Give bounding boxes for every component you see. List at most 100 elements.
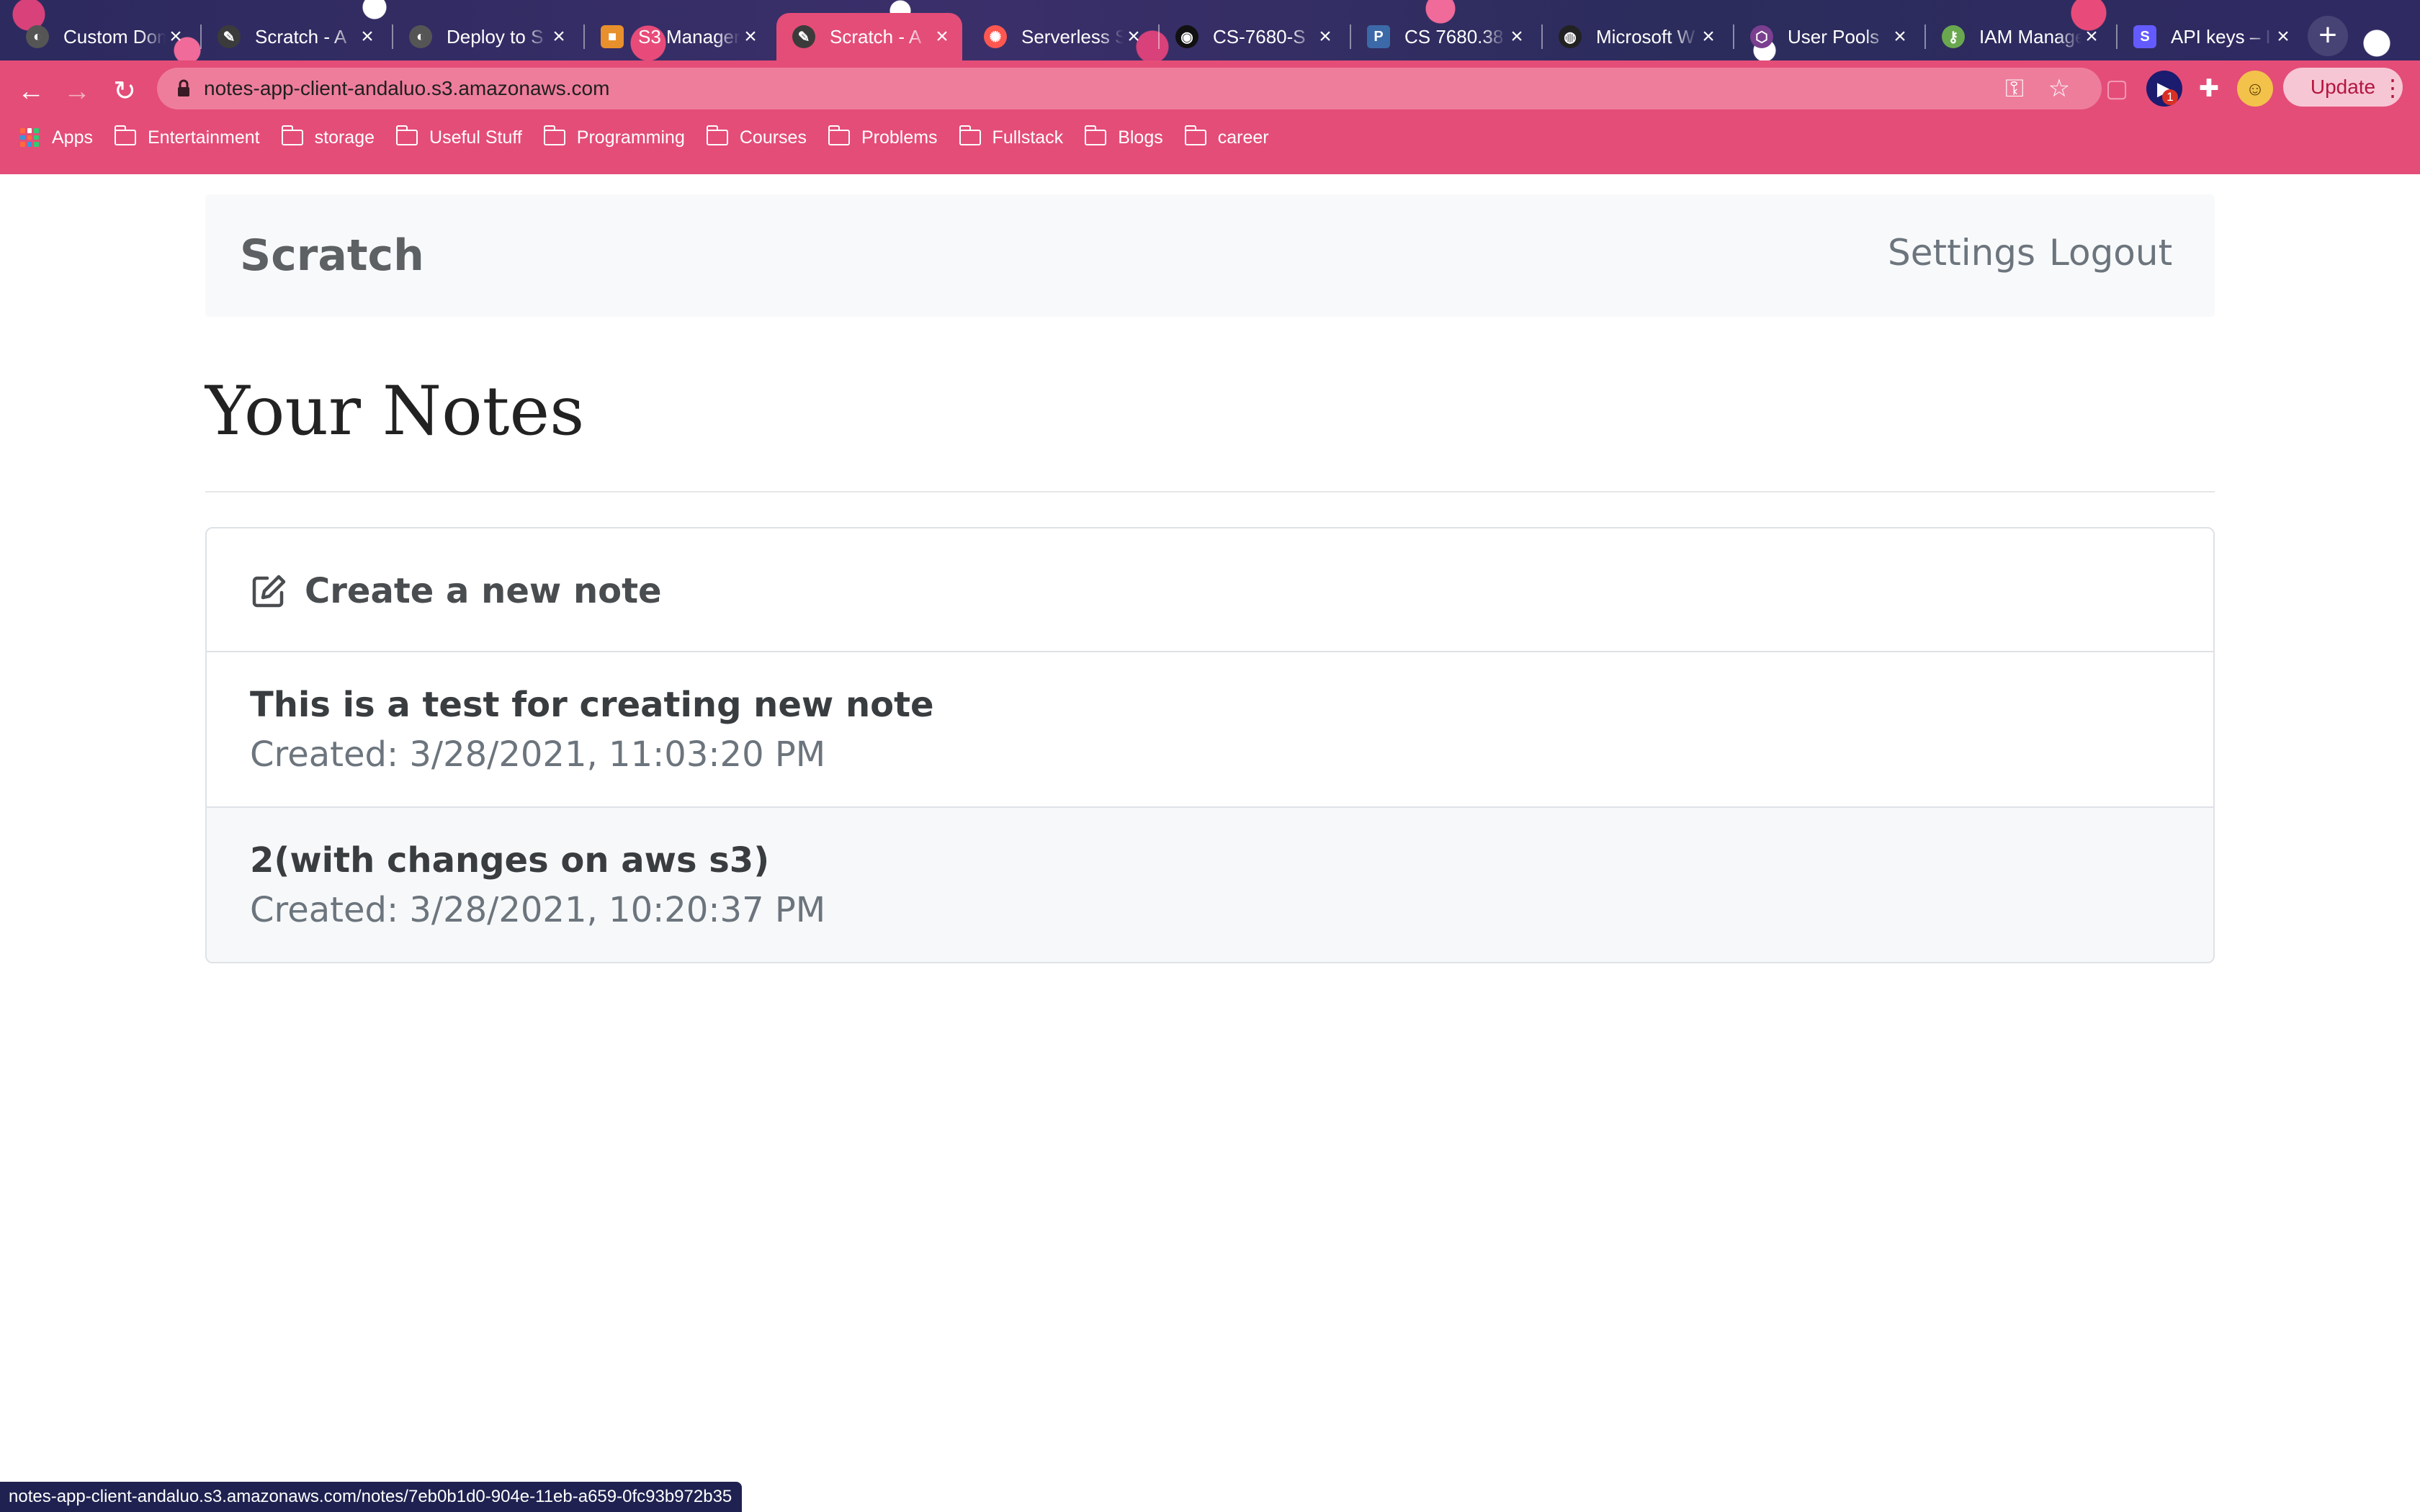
close-icon[interactable]: ×: [1507, 26, 1527, 48]
bookmark-label: Useful Stuff: [429, 127, 522, 148]
tab-title: Microsoft W: [1596, 25, 1695, 48]
close-icon[interactable]: ×: [166, 26, 186, 48]
bookmark-label: career: [1217, 127, 1269, 148]
close-icon[interactable]: ×: [932, 26, 952, 48]
tab-github[interactable]: ◉ CS-7680-S ×: [1160, 13, 1345, 60]
forward-icon[interactable]: →: [59, 73, 95, 109]
bookmark-label: Courses: [739, 127, 807, 148]
bookmarks-bar: Apps Entertainment storage Useful Stuff …: [0, 120, 1269, 156]
iam-icon: ⚷: [1942, 25, 1965, 48]
tab-serverless[interactable]: ✺ Serverless S ×: [968, 13, 1154, 60]
close-icon[interactable]: ×: [1124, 26, 1144, 48]
create-note-item[interactable]: Create a new note: [207, 528, 2213, 651]
bookmark-apps[interactable]: Apps: [20, 127, 93, 148]
brand-link[interactable]: Scratch: [240, 230, 424, 281]
aws-s3-icon: ■: [601, 25, 624, 48]
folder-icon: [114, 125, 136, 145]
tab-cs-7680[interactable]: P CS 7680.38 ×: [1351, 13, 1537, 60]
note-title: This is a test for creating new note: [250, 685, 934, 725]
settings-link[interactable]: Settings: [1888, 232, 2035, 274]
tab-title: CS-7680-S: [1213, 25, 1306, 48]
folder-icon: [396, 125, 418, 145]
bookmark-programming[interactable]: Programming: [543, 125, 685, 148]
bookmark-career[interactable]: career: [1184, 125, 1269, 148]
star-icon[interactable]: ☆: [2044, 73, 2074, 104]
new-tab-button[interactable]: +: [2308, 16, 2348, 56]
tab-title: Scratch - A: [830, 25, 922, 48]
close-icon[interactable]: ×: [549, 26, 569, 48]
note-item[interactable]: 2(with changes on aws s3) Created: 3/28/…: [207, 806, 2213, 962]
tab-api-keys[interactable]: S API keys – I ×: [2118, 13, 2303, 60]
note-title: 2(with changes on aws s3): [250, 840, 770, 881]
tab-title: Deploy to S: [447, 25, 544, 48]
kebab-menu-icon[interactable]: ⋮: [2381, 71, 2404, 105]
bookmark-label: Entertainment: [147, 127, 260, 148]
tab-title: Scratch - A: [255, 25, 347, 48]
pencil-icon: ✎: [792, 25, 815, 48]
note-created-date: Created: 3/28/2021, 11:03:20 PM: [250, 734, 826, 775]
reload-icon[interactable]: ↻: [107, 73, 143, 109]
pencil-icon: ✎: [218, 25, 241, 48]
close-icon[interactable]: ×: [2273, 26, 2293, 48]
create-note-label: Create a new note: [305, 571, 662, 611]
tab-scratch-active[interactable]: ✎ Scratch - A ×: [776, 13, 962, 60]
bookmark-label: Blogs: [1118, 127, 1163, 148]
key-icon[interactable]: ⚿: [1999, 73, 2030, 104]
bookmark-useful-stuff[interactable]: Useful Stuff: [396, 125, 522, 148]
tab-microsoft[interactable]: ◍ Microsoft W ×: [1543, 13, 1729, 60]
folder-icon: [1085, 125, 1107, 145]
lock-icon: [178, 79, 189, 96]
tab-scratch[interactable]: ✎ Scratch - A ×: [202, 13, 387, 60]
tab-title: Custom Dom: [63, 25, 166, 48]
tab-title: User Pools: [1788, 25, 1880, 48]
notes-list: Create a new note This is a test for cre…: [205, 527, 2215, 963]
folder-icon: [828, 125, 850, 145]
globe-icon: ◐: [409, 25, 432, 48]
note-item[interactable]: This is a test for creating new note Cre…: [207, 651, 2213, 806]
close-icon[interactable]: ×: [1315, 26, 1335, 48]
close-icon[interactable]: ×: [1698, 26, 1718, 48]
app-navbar: Scratch Settings Logout: [205, 194, 2215, 317]
tab-title: CS 7680.38: [1404, 25, 1504, 48]
app-container: Scratch Settings Logout Your Notes Creat…: [205, 194, 2215, 963]
close-icon[interactable]: ×: [740, 26, 761, 48]
tab-title: Serverless S: [1021, 25, 1124, 48]
tab-title: API keys – I: [2171, 25, 2271, 48]
bookmark-fullstack[interactable]: Fullstack: [959, 125, 1064, 148]
close-icon[interactable]: ×: [1890, 26, 1910, 48]
bookmark-label: Problems: [861, 127, 938, 148]
bookmark-problems[interactable]: Problems: [828, 125, 938, 148]
note-created-date: Created: 3/28/2021, 10:20:37 PM: [250, 890, 826, 930]
bookmark-storage[interactable]: storage: [281, 125, 375, 148]
folder-icon: [959, 125, 981, 145]
profile-avatar-icon[interactable]: ☺: [2237, 71, 2273, 107]
tab-custom-domain[interactable]: ◐ Custom Dom ×: [10, 13, 196, 60]
close-icon[interactable]: ×: [2081, 26, 2102, 48]
stripe-s-icon: S: [2133, 25, 2156, 48]
apps-grid-icon: [20, 128, 39, 147]
bookmark-label: Fullstack: [992, 127, 1064, 148]
tab-title: IAM Manage: [1979, 25, 2081, 48]
close-icon[interactable]: ×: [357, 26, 377, 48]
folder-icon: [281, 125, 303, 145]
tab-deploy[interactable]: ◐ Deploy to S ×: [393, 13, 579, 60]
url-text[interactable]: notes-app-client-andaluo.s3.amazonaws.co…: [204, 75, 609, 102]
puzzle-extensions-icon[interactable]: ✚: [2194, 73, 2224, 104]
bookmark-entertainment[interactable]: Entertainment: [114, 125, 260, 148]
tab-iam[interactable]: ⚷ IAM Manage ×: [1926, 13, 2112, 60]
page-header: Your Notes: [205, 369, 2215, 492]
cast-icon[interactable]: ▢: [2102, 73, 2132, 104]
bookmark-blogs[interactable]: Blogs: [1085, 125, 1163, 148]
github-icon: ◉: [1175, 25, 1198, 48]
serverless-icon: ✺: [984, 25, 1007, 48]
bookmark-courses[interactable]: Courses: [706, 125, 807, 148]
logout-link[interactable]: Logout: [2049, 232, 2172, 274]
tab-s3-management[interactable]: ■ S3 Manager ×: [585, 13, 771, 60]
bookmark-label: Apps: [52, 127, 93, 148]
tab-user-pools[interactable]: ⬡ User Pools ×: [1734, 13, 1920, 60]
folder-icon: [543, 125, 565, 145]
back-icon[interactable]: ←: [13, 73, 49, 109]
globe-icon: ◍: [1559, 25, 1582, 48]
tab-title: S3 Manager: [638, 25, 740, 48]
page-title: Your Notes: [205, 372, 585, 451]
